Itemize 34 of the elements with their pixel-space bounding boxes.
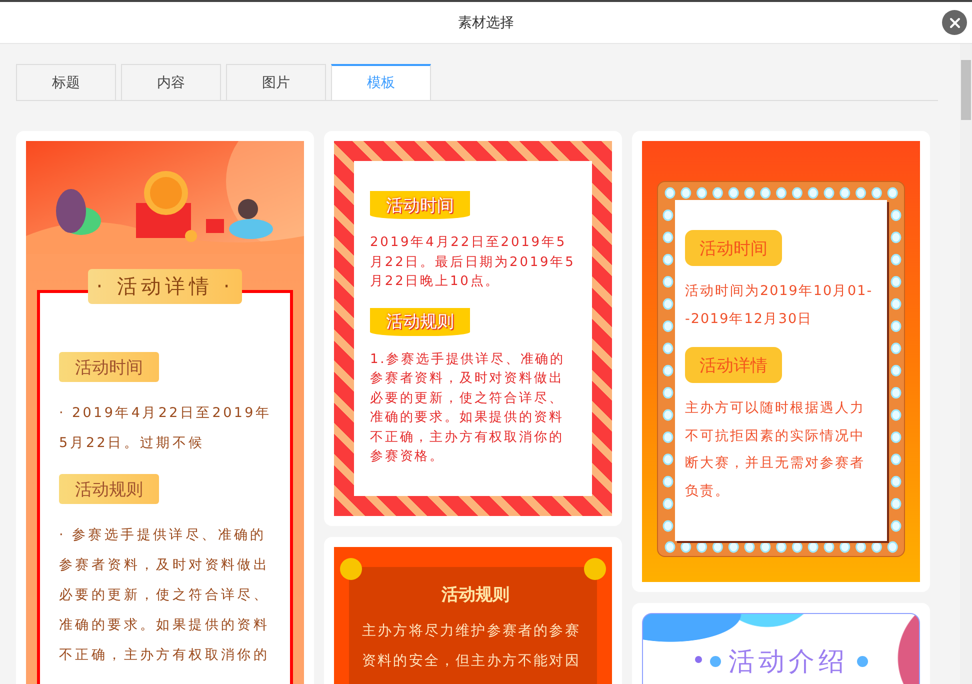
section-text: · 参赛选手提供详尽、准确的参赛者资料，及时对资料做出必要的更新，使之符合详尽、准确的要求。如果提供的资料不正确，主办方有权取消你的 (59, 526, 271, 665)
dot-icon (710, 656, 720, 667)
section-text: · 2019年4月22日至2019年5月22日。过期不候 (59, 404, 272, 453)
section-text: 主办方将尽力维护参赛者的参赛资料的安全，但主办方不能对因 (362, 622, 582, 671)
template-card[interactable]: 活动规则 主办方将尽力维护参赛者的参赛资料的安全，但主办方不能对因 (324, 537, 622, 684)
template-card[interactable]: 活动介绍 (632, 603, 930, 684)
section-text: 主办方可以随时根据遇人力不可抗拒因素的实际情况中断大赛，并且无需对参赛者负责。 (685, 399, 866, 500)
dialog-title: 素材选择 (458, 14, 514, 32)
template-heading: · 活动详情 · (88, 269, 242, 304)
section-tag: 活动时间 (685, 230, 782, 266)
template-card[interactable]: · 活动详情 · 活动时间 · 2019年4月22日至2019年5月22日。过期不候 活动规则 · 参赛选手提供详尽、准确的参赛者资料，及时对资料做出必要的更新，使之符合详尽、准确的要求。如果提供的资料不正确，主办方有权取消你的 (16, 131, 314, 684)
section-tag: 活动规则 (370, 308, 470, 336)
tab[interactable]: 标题 (16, 64, 116, 100)
dot-icon (694, 656, 702, 663)
section-tag: 活动详情 (685, 347, 782, 383)
section-tag: 活动时间 (370, 191, 470, 219)
section-tag: 活动时间 (59, 352, 159, 382)
dot-icon (340, 558, 362, 580)
template-card[interactable]: 活动时间 活动时间为2019年10月01--2019年12月30日 活动详情 主办方可以随时根据遇人力不可抗拒因素的实际情况中断大赛，并且无需对参赛者负责。 (632, 131, 930, 592)
scrollbar[interactable] (960, 44, 972, 684)
dot-icon (856, 656, 868, 667)
section-text: 1.参赛选手提供详尽、准确的参赛者资料，及时对资料做出必要的更新，使之符合详尽、准确的要求。如果提供的资料不正确，主办方有权取消你的参赛资格。 (370, 350, 566, 466)
section-text: 2019年4月22日至2019年5月22日。最后日期为2019年5月22日晚上10点。 (370, 234, 576, 291)
template-card[interactable]: 活动时间 2019年4月22日至2019年5月22日。最后日期为2019年5月22日晚上10点。 活动规则 1.参赛选手提供详尽、准确的参赛者资料，及时对资料做出必要的更新，使之符合详尽、准确的要求。如果提供的资料不正确，主办方有权取消你的参赛资格。 (324, 131, 622, 526)
tab[interactable]: 图片 (226, 64, 326, 100)
template-heading: 活动规则 (442, 584, 510, 606)
scrollbar-thumb[interactable] (961, 60, 971, 120)
close-button[interactable] (942, 10, 967, 35)
tab[interactable]: 内容 (121, 64, 221, 100)
section-tag: 活动规则 (59, 474, 159, 504)
tab[interactable]: 模板 (331, 64, 431, 100)
dot-icon (584, 558, 606, 580)
section-text: 活动时间为2019年10月01--2019年12月30日 (685, 282, 874, 328)
template-heading: 活动介绍 (728, 646, 848, 679)
